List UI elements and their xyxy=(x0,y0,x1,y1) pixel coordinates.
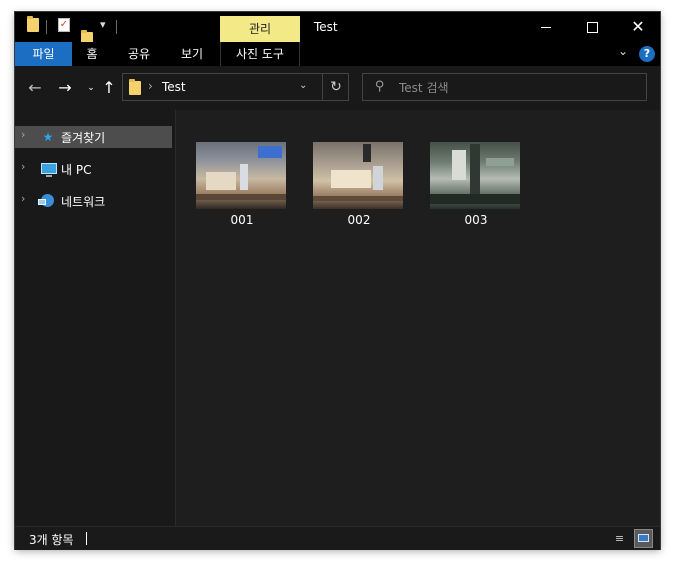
file-name: 001 xyxy=(230,213,254,227)
chevron-right-icon[interactable]: › xyxy=(21,160,25,173)
back-button[interactable]: ← xyxy=(25,78,45,98)
chevron-right-icon[interactable]: › xyxy=(148,79,153,93)
maximize-button[interactable] xyxy=(569,12,615,42)
tab-file[interactable]: 파일 xyxy=(15,42,72,66)
separator xyxy=(46,20,47,34)
search-input[interactable] xyxy=(397,78,641,98)
search-box[interactable]: ⚲ xyxy=(362,73,647,101)
up-button[interactable]: ↑ xyxy=(99,78,119,98)
title-bar[interactable]: ✓ ▾ 관리 Test ✕ xyxy=(15,12,661,46)
file-item[interactable]: 002 xyxy=(313,142,405,227)
tab-picture-tools[interactable]: 사진 도구 xyxy=(220,42,300,66)
properties-icon[interactable]: ✓ xyxy=(58,18,70,32)
help-icon[interactable]: ? xyxy=(639,46,655,62)
address-dropdown-icon[interactable]: ⌄ xyxy=(299,80,307,91)
folder-icon xyxy=(129,79,141,95)
tab-home[interactable]: 홈 xyxy=(75,42,109,66)
file-item[interactable]: 001 xyxy=(196,142,288,227)
minimize-icon xyxy=(541,26,551,28)
status-bar: 3개 항목 ≡ xyxy=(15,526,660,550)
navigation-pane: › ★ 즐겨찾기 › 내 PC › 네트워크 xyxy=(15,110,176,526)
file-item[interactable]: 003 xyxy=(430,142,522,227)
search-icon: ⚲ xyxy=(375,79,385,94)
file-view[interactable]: 001 002 003 xyxy=(176,110,660,526)
separator xyxy=(116,20,117,34)
item-count: 3개 항목 xyxy=(29,533,74,547)
nav-item-this-pc[interactable]: › 내 PC xyxy=(15,158,172,180)
navigation-bar: ← → ⌄ ↑ › Test ⌄ ↻ ⚲ xyxy=(15,66,660,110)
nav-item-network[interactable]: › 네트워크 xyxy=(15,190,172,212)
image-thumbnail xyxy=(430,142,520,209)
nav-item-label: 즐겨찾기 xyxy=(61,131,106,145)
recent-locations-button[interactable]: ⌄ xyxy=(81,78,101,98)
file-name: 003 xyxy=(464,213,488,227)
explorer-window: ✓ ▾ 관리 Test ✕ 파일 홈 공유 보기 사진 도구 ⌄ ? ← → ⌄… xyxy=(15,12,661,550)
nav-item-label: 네트워크 xyxy=(61,195,106,209)
context-tab-manage[interactable]: 관리 xyxy=(220,16,300,42)
image-thumbnail xyxy=(313,142,403,209)
nav-item-label: 내 PC xyxy=(61,163,92,177)
customize-quick-access-icon[interactable]: ▾ xyxy=(100,18,106,36)
network-icon xyxy=(38,194,54,207)
close-button[interactable]: ✕ xyxy=(615,12,661,42)
file-name: 002 xyxy=(347,213,371,227)
forward-button[interactable]: → xyxy=(55,78,75,98)
ribbon-tabs: 파일 홈 공유 보기 사진 도구 ⌄ ? xyxy=(15,42,660,66)
address-bar[interactable]: › Test ⌄ ↻ xyxy=(122,73,349,101)
chevron-right-icon[interactable]: › xyxy=(21,128,25,141)
maximize-icon xyxy=(586,21,598,33)
chevron-right-icon[interactable]: › xyxy=(21,192,25,205)
folder-icon xyxy=(27,16,39,32)
large-icons-view-icon[interactable] xyxy=(634,529,653,548)
text-cursor xyxy=(86,532,87,545)
star-icon: ★ xyxy=(42,130,54,144)
window-title: Test xyxy=(314,20,338,34)
tab-view[interactable]: 보기 xyxy=(170,42,214,66)
expand-ribbon-icon[interactable]: ⌄ xyxy=(618,44,628,58)
refresh-button[interactable]: ↻ xyxy=(322,74,349,100)
image-thumbnail xyxy=(196,142,286,209)
nav-item-quick-access[interactable]: › ★ 즐겨찾기 xyxy=(15,126,172,148)
breadcrumb-test[interactable]: Test xyxy=(162,80,186,94)
details-view-icon[interactable]: ≡ xyxy=(611,530,628,547)
minimize-button[interactable] xyxy=(523,12,569,42)
computer-icon xyxy=(41,163,57,177)
tab-share[interactable]: 공유 xyxy=(115,42,163,66)
